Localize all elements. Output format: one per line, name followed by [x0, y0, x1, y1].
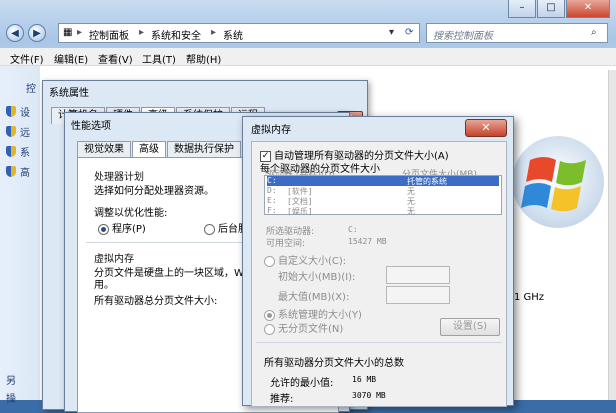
vm-group-label: 虚拟内存: [94, 254, 134, 265]
caption-buttons: – □ ✕: [508, 0, 610, 18]
breadcrumb-item-control-panel[interactable]: 控制面板: [89, 27, 129, 42]
radio-no-paging-file[interactable]: 无分页文件(N): [264, 320, 343, 335]
free-space-value: 15427 MB: [348, 237, 387, 246]
breadcrumb-item-system-security[interactable]: 系统和安全: [151, 27, 201, 42]
menu-edit[interactable]: 编辑(E): [54, 51, 88, 66]
control-panel-icon: ▦: [63, 27, 73, 38]
processor-description: 选择如何分配处理器资源。: [94, 186, 214, 197]
virtual-memory-dialog: 虚拟内存 ✕ ✓ 自动管理所有驱动器的分页文件大小(A) 每个驱动器的分页文件大小…: [242, 116, 514, 407]
windows-logo-icon: [512, 136, 604, 228]
forward-icon[interactable]: ▶: [28, 24, 46, 42]
vm-description-1: 分页文件是硬盘上的一块区域，Win: [94, 268, 253, 279]
search-placeholder: 搜索控制面板: [433, 31, 493, 42]
performance-options-title: 性能选项: [71, 121, 111, 132]
breadcrumb-item-system[interactable]: 系统: [223, 27, 243, 42]
set-button[interactable]: 设置(S): [440, 318, 500, 336]
breadcrumb-sep-icon: ▸: [77, 27, 83, 38]
search-icon[interactable]: ⌕: [591, 27, 597, 38]
drive-row[interactable]: D: [软件] 无: [267, 186, 499, 196]
radio-custom-size[interactable]: 自定义大小(C):: [264, 252, 346, 267]
left-item-remote[interactable]: 远: [6, 124, 30, 139]
left-pane-title: 控: [26, 84, 36, 95]
radio-programs[interactable]: 程序(P): [98, 220, 146, 235]
system-properties-title: 系统属性: [49, 88, 89, 99]
cpu-speed-fragment: 1 GHz: [514, 292, 545, 303]
divider: [256, 342, 502, 343]
drive-row[interactable]: E: [文档] 无: [267, 196, 499, 206]
maximize-button[interactable]: □: [537, 0, 565, 18]
radio-empty-icon: [264, 323, 275, 335]
menu-help[interactable]: 帮助(H): [186, 51, 221, 66]
radio-selected-icon: [98, 223, 109, 235]
menu-view[interactable]: 查看(V): [98, 51, 133, 66]
recommended-label: 推荐:: [270, 394, 294, 405]
left-footer-2[interactable]: 操: [6, 390, 16, 405]
max-size-label: 最大值(MB)(X):: [278, 292, 350, 303]
free-space-label: 可用空间:: [266, 239, 306, 249]
shield-icon: [6, 166, 16, 177]
menu-tools[interactable]: 工具(T): [142, 51, 176, 66]
menu-file[interactable]: 文件(F): [10, 51, 44, 66]
min-allowed-value: 16 MB: [352, 375, 377, 384]
left-pane: 控 设 远 系 高 另 操: [0, 66, 40, 405]
max-size-input[interactable]: [386, 286, 450, 304]
search-input[interactable]: 搜索控制面板 ⌕: [426, 23, 608, 43]
tab-perf-advanced[interactable]: 高级: [132, 141, 166, 158]
back-icon[interactable]: ◀: [6, 24, 24, 42]
breadcrumb-sep-icon: ▸: [211, 27, 217, 38]
left-item-advanced[interactable]: 高: [6, 164, 30, 179]
vertical-scrollbar[interactable]: [608, 70, 616, 400]
vm-description-2: 用。: [94, 280, 114, 291]
virtual-memory-body: ✓自动管理所有驱动器的分页文件大小(A) 每个驱动器的分页文件大小 驱动器 [卷…: [251, 141, 507, 407]
drive-list[interactable]: C: 托管的系统 D: [软件] 无 E: [文档] 无 F: [娱乐] 无: [264, 175, 502, 216]
shield-icon: [6, 146, 16, 157]
left-footer-1: 另: [6, 376, 16, 387]
close-window-button[interactable]: ✕: [566, 0, 610, 18]
shield-icon: [6, 106, 16, 117]
drive-row[interactable]: C: 托管的系统: [267, 176, 499, 186]
initial-size-label: 初始大小(MB)(I):: [278, 272, 356, 283]
dropdown-arrow-icon[interactable]: ▾: [389, 27, 394, 38]
radio-system-managed[interactable]: 系统管理的大小(Y): [264, 306, 362, 321]
tab-visual-effects[interactable]: 视觉效果: [77, 141, 131, 158]
adjust-label: 调整以优化性能:: [94, 208, 168, 219]
radio-empty-icon: [204, 223, 215, 235]
close-button[interactable]: ✕: [465, 119, 507, 137]
breadcrumb-sep-icon: ▸: [139, 27, 145, 38]
left-item-protection[interactable]: 系: [6, 144, 30, 159]
recommended-value: 3070 MB: [352, 391, 386, 400]
initial-size-input[interactable]: [386, 266, 450, 284]
total-group-label: 所有驱动器分页文件大小的总数: [264, 358, 404, 369]
shield-icon: [6, 126, 16, 137]
radio-empty-icon: [264, 255, 275, 267]
drive-row[interactable]: F: [娱乐] 无: [267, 206, 499, 216]
selected-drive-value: C:: [348, 225, 358, 234]
min-allowed-label: 允许的最小值:: [270, 378, 334, 389]
address-bar[interactable]: ▦ ▸ 控制面板 ▸ 系统和安全 ▸ 系统 ▾ ⟳: [58, 23, 420, 43]
refresh-icon[interactable]: ⟳: [405, 27, 413, 38]
minimize-button[interactable]: –: [508, 0, 536, 18]
menu-bar: 文件(F) 编辑(E) 查看(V) 工具(T) 帮助(H): [0, 48, 616, 66]
vm-total-label: 所有驱动器总分页文件大小:: [94, 296, 218, 307]
radio-selected-icon: [264, 309, 275, 321]
tab-dep[interactable]: 数据执行保护: [167, 141, 241, 158]
left-item-device-manager[interactable]: 设: [6, 104, 30, 119]
processor-group-label: 处理器计划: [94, 172, 144, 183]
virtual-memory-title: 虚拟内存: [251, 125, 291, 136]
